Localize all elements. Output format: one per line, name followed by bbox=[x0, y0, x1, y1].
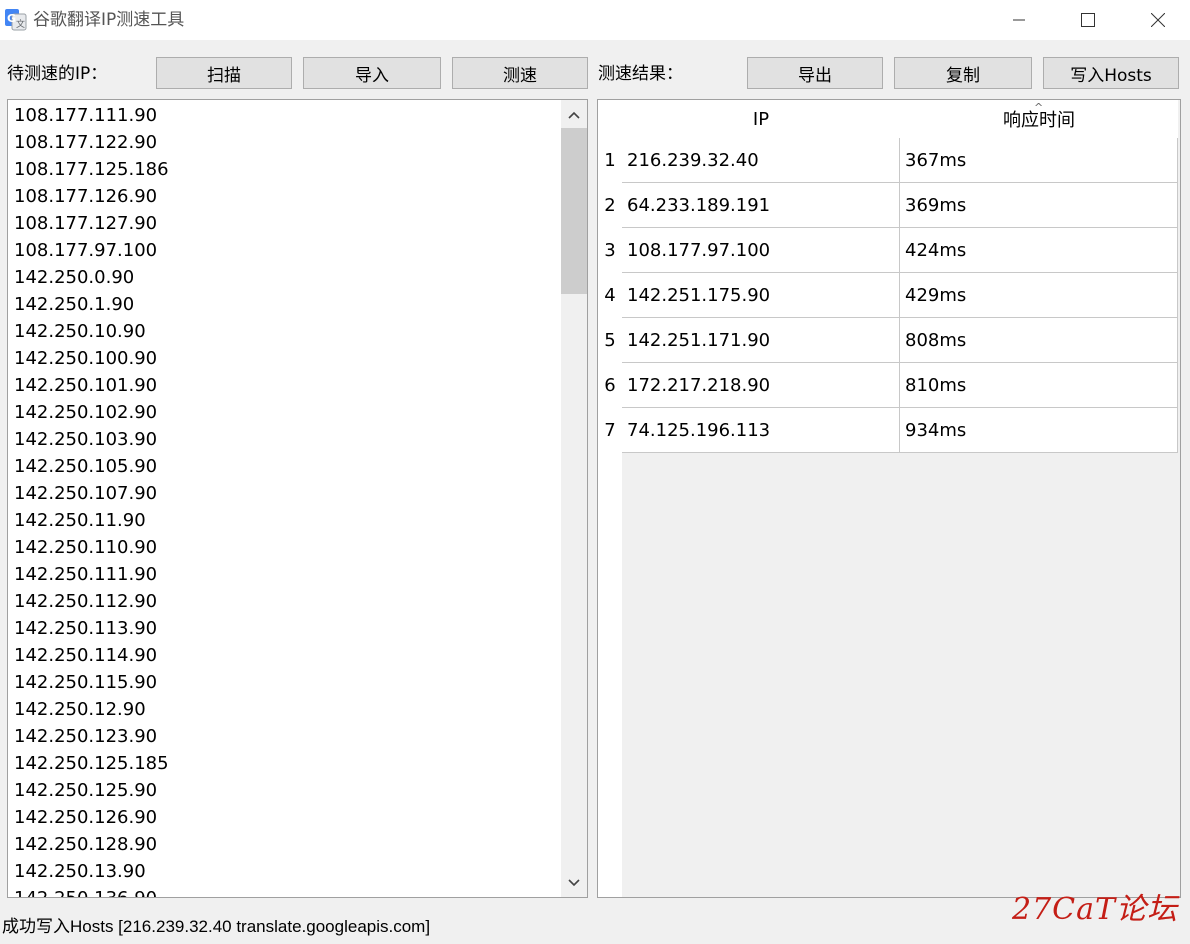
result-ip-cell[interactable]: 142.251.171.90 bbox=[622, 318, 900, 363]
ip-list-item[interactable]: 142.250.103.90 bbox=[14, 426, 157, 453]
result-ip-cell[interactable]: 74.125.196.113 bbox=[622, 408, 900, 453]
write-hosts-button[interactable]: 写入Hosts bbox=[1043, 57, 1179, 89]
ip-list-item[interactable]: 142.250.136.90 bbox=[14, 885, 157, 897]
title-bar: G 文 谷歌翻译IP测速工具 bbox=[0, 0, 1190, 40]
ip-list-item[interactable]: 108.177.125.186 bbox=[14, 156, 169, 183]
ip-list-item[interactable]: 108.177.97.100 bbox=[14, 237, 157, 264]
ip-list-item[interactable]: 108.177.126.90 bbox=[14, 183, 157, 210]
chevron-up-icon bbox=[568, 111, 580, 119]
export-button[interactable]: 导出 bbox=[747, 57, 883, 89]
ip-list-item[interactable]: 142.250.13.90 bbox=[14, 858, 146, 885]
window-title: 谷歌翻译IP测速工具 bbox=[33, 10, 185, 30]
row-number[interactable]: 1 bbox=[598, 138, 622, 183]
ip-list-item[interactable]: 142.250.100.90 bbox=[14, 345, 157, 372]
ip-list-item[interactable]: 142.250.111.90 bbox=[14, 561, 157, 588]
ip-list[interactable]: 108.177.111.90 108.177.122.90 108.177.125.… bbox=[8, 100, 561, 897]
ip-list-item[interactable]: 142.250.123.90 bbox=[14, 723, 157, 750]
sort-ascending-icon: ^ bbox=[1034, 101, 1044, 114]
ip-list-item[interactable]: 142.250.115.90 bbox=[14, 669, 157, 696]
results-grid[interactable]: IP 响应时间 ^ 1 216.239.32.40 367ms 2 64.233.189… bbox=[597, 99, 1181, 898]
svg-text:G: G bbox=[7, 12, 16, 25]
ip-list-item[interactable]: 142.250.102.90 bbox=[14, 399, 157, 426]
ip-list-item[interactable]: 142.250.110.90 bbox=[14, 534, 157, 561]
ip-list-item[interactable]: 108.177.127.90 bbox=[14, 210, 157, 237]
ip-list-item[interactable]: 142.250.101.90 bbox=[14, 372, 157, 399]
import-button[interactable]: 导入 bbox=[303, 57, 441, 89]
ip-list-item[interactable]: 142.250.12.90 bbox=[14, 696, 146, 723]
ip-list-scrollbar[interactable] bbox=[561, 100, 587, 897]
row-number[interactable]: 7 bbox=[598, 408, 622, 453]
result-ip-cell[interactable]: 142.251.175.90 bbox=[622, 273, 900, 318]
result-ip-cell[interactable]: 216.239.32.40 bbox=[622, 138, 900, 183]
ip-list-box[interactable]: 108.177.111.90 108.177.122.90 108.177.125.… bbox=[7, 99, 588, 898]
ip-list-item[interactable]: 142.250.128.90 bbox=[14, 831, 157, 858]
result-time-cell[interactable]: 808ms bbox=[900, 318, 1178, 363]
row-number[interactable]: 6 bbox=[598, 363, 622, 408]
minimize-icon bbox=[1013, 19, 1025, 21]
scan-button[interactable]: 扫描 bbox=[156, 57, 292, 89]
ip-list-item[interactable]: 142.250.113.90 bbox=[14, 615, 157, 642]
ip-list-item[interactable]: 142.250.112.90 bbox=[14, 588, 157, 615]
results-label: 测速结果： bbox=[598, 64, 683, 84]
row-number[interactable]: 5 bbox=[598, 318, 622, 363]
chevron-down-icon bbox=[568, 879, 580, 887]
ip-list-item[interactable]: 142.250.11.90 bbox=[14, 507, 146, 534]
speed-test-button[interactable]: 测速 bbox=[452, 57, 588, 89]
scroll-thumb[interactable] bbox=[561, 128, 587, 294]
close-button[interactable] bbox=[1135, 0, 1181, 40]
minimize-button[interactable] bbox=[996, 0, 1042, 40]
ip-list-item[interactable]: 142.250.114.90 bbox=[14, 642, 157, 669]
google-translate-app-icon: G 文 bbox=[5, 9, 27, 31]
column-header-ip[interactable]: IP bbox=[622, 100, 900, 138]
copy-button[interactable]: 复制 bbox=[894, 57, 1032, 89]
close-icon bbox=[1151, 13, 1165, 27]
ip-list-item[interactable]: 142.250.10.90 bbox=[14, 318, 146, 345]
ip-list-item[interactable]: 142.250.107.90 bbox=[14, 480, 157, 507]
result-time-cell[interactable]: 429ms bbox=[900, 273, 1178, 318]
maximize-icon bbox=[1081, 13, 1095, 27]
result-ip-cell[interactable]: 172.217.218.90 bbox=[622, 363, 900, 408]
maximize-button[interactable] bbox=[1065, 0, 1111, 40]
scroll-up-arrow[interactable] bbox=[561, 102, 587, 128]
ip-list-item[interactable]: 142.250.125.90 bbox=[14, 777, 157, 804]
result-time-cell[interactable]: 369ms bbox=[900, 183, 1178, 228]
scroll-down-arrow[interactable] bbox=[561, 870, 587, 896]
row-number[interactable]: 4 bbox=[598, 273, 622, 318]
pending-ip-label: 待测速的IP： bbox=[7, 64, 108, 84]
result-ip-cell[interactable]: 64.233.189.191 bbox=[622, 183, 900, 228]
status-bar: 成功写入Hosts [216.239.32.40 translate.googl… bbox=[2, 917, 431, 936]
ip-list-item[interactable]: 108.177.122.90 bbox=[14, 129, 157, 156]
ip-list-item[interactable]: 142.250.105.90 bbox=[14, 453, 157, 480]
ip-list-item[interactable]: 108.177.111.90 bbox=[14, 102, 157, 129]
ip-list-item[interactable]: 142.250.126.90 bbox=[14, 804, 157, 831]
row-number[interactable]: 3 bbox=[598, 228, 622, 273]
svg-text:文: 文 bbox=[16, 18, 25, 30]
result-time-cell[interactable]: 367ms bbox=[900, 138, 1178, 183]
forum-watermark: 27CaT论坛 bbox=[1012, 892, 1179, 927]
result-time-cell[interactable]: 810ms bbox=[900, 363, 1178, 408]
result-time-cell[interactable]: 424ms bbox=[900, 228, 1178, 273]
result-time-cell[interactable]: 934ms bbox=[900, 408, 1178, 453]
row-number[interactable]: 2 bbox=[598, 183, 622, 228]
ip-list-item[interactable]: 142.250.1.90 bbox=[14, 291, 134, 318]
result-ip-cell[interactable]: 108.177.97.100 bbox=[622, 228, 900, 273]
ip-list-item[interactable]: 142.250.0.90 bbox=[14, 264, 134, 291]
ip-list-item[interactable]: 142.250.125.185 bbox=[14, 750, 169, 777]
